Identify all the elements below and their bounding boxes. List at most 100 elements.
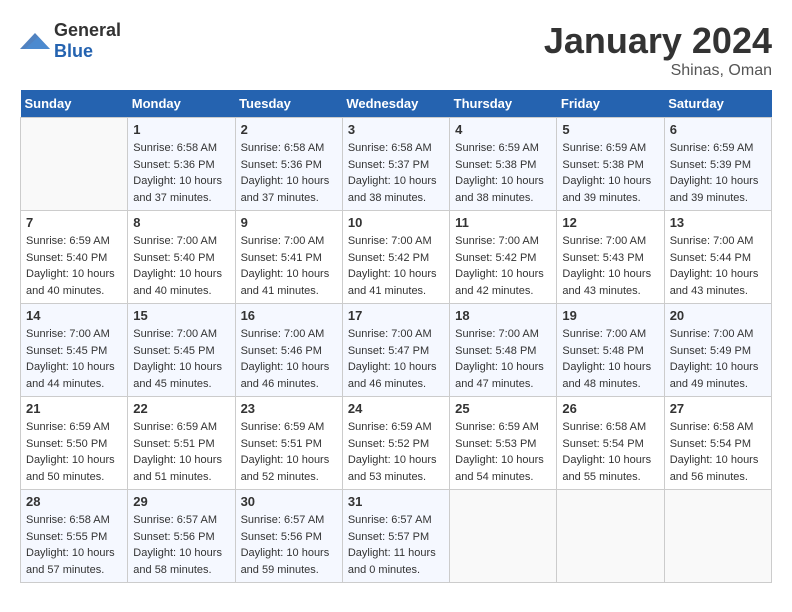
calendar-cell: 13 Sunrise: 7:00 AMSunset: 5:44 PMDayligh… xyxy=(664,211,771,304)
calendar-cell: 31 Sunrise: 6:57 AMSunset: 5:57 PMDayligh… xyxy=(342,490,449,583)
location-title: Shinas, Oman xyxy=(544,62,772,80)
calendar-cell: 16Sunrise: 7:00 AMSunset: 5:46 PMDayligh… xyxy=(235,304,342,397)
calendar-cell: 20 Sunrise: 7:00 AMSunset: 5:49 PMDayligh… xyxy=(664,304,771,397)
day-detail: Sunrise: 6:57 AMSunset: 5:56 PMDaylight:… xyxy=(133,512,229,578)
day-detail: Sunrise: 6:59 AMSunset: 5:51 PMDaylight:… xyxy=(133,419,229,485)
calendar-cell: 9 Sunrise: 7:00 AMSunset: 5:41 PMDaylight… xyxy=(235,211,342,304)
day-number: 26 xyxy=(562,401,658,416)
calendar-cell: 7Sunrise: 6:59 AMSunset: 5:40 PMDaylight… xyxy=(21,211,128,304)
day-number: 8 xyxy=(133,215,229,230)
calendar-cell: 6 Sunrise: 6:59 AMSunset: 5:39 PMDaylight… xyxy=(664,118,771,211)
day-detail: Sunrise: 7:00 AMSunset: 5:42 PMDaylight:… xyxy=(348,233,444,299)
day-number: 21 xyxy=(26,401,122,416)
day-number: 17 xyxy=(348,308,444,323)
calendar-cell: 1Sunrise: 6:58 AMSunset: 5:36 PMDaylight… xyxy=(128,118,235,211)
calendar-cell: 11Sunrise: 7:00 AMSunset: 5:42 PMDayligh… xyxy=(450,211,557,304)
weekday-header-thursday: Thursday xyxy=(450,90,557,118)
weekday-header-friday: Friday xyxy=(557,90,664,118)
day-detail: Sunrise: 6:59 AMSunset: 5:50 PMDaylight:… xyxy=(26,419,122,485)
day-number: 19 xyxy=(562,308,658,323)
day-detail: Sunrise: 7:00 AMSunset: 5:48 PMDaylight:… xyxy=(562,326,658,392)
logo-icon xyxy=(20,29,50,53)
day-detail: Sunrise: 6:58 AMSunset: 5:36 PMDaylight:… xyxy=(241,140,337,206)
day-detail: Sunrise: 7:00 AMSunset: 5:42 PMDaylight:… xyxy=(455,233,551,299)
logo-text-general: General xyxy=(54,20,121,40)
calendar-cell xyxy=(557,490,664,583)
day-number: 29 xyxy=(133,494,229,509)
day-number: 9 xyxy=(241,215,337,230)
day-number: 3 xyxy=(348,122,444,137)
day-detail: Sunrise: 6:59 AMSunset: 5:51 PMDaylight:… xyxy=(241,419,337,485)
calendar-cell: 12 Sunrise: 7:00 AMSunset: 5:43 PMDayligh… xyxy=(557,211,664,304)
weekday-header-tuesday: Tuesday xyxy=(235,90,342,118)
day-number: 27 xyxy=(670,401,766,416)
day-number: 10 xyxy=(348,215,444,230)
calendar-cell: 28 Sunrise: 6:58 AMSunset: 5:55 PMDayligh… xyxy=(21,490,128,583)
day-number: 30 xyxy=(241,494,337,509)
calendar-cell: 18Sunrise: 7:00 AMSunset: 5:48 PMDayligh… xyxy=(450,304,557,397)
calendar-cell: 26 Sunrise: 6:58 AMSunset: 5:54 PMDayligh… xyxy=(557,397,664,490)
weekday-header-sunday: Sunday xyxy=(21,90,128,118)
calendar-cell: 3 Sunrise: 6:58 AMSunset: 5:37 PMDaylight… xyxy=(342,118,449,211)
calendar-cell xyxy=(450,490,557,583)
day-detail: Sunrise: 6:59 AMSunset: 5:39 PMDaylight:… xyxy=(670,140,766,206)
day-number: 12 xyxy=(562,215,658,230)
logo-text-blue: Blue xyxy=(54,41,93,61)
calendar-table: SundayMondayTuesdayWednesdayThursdayFrid… xyxy=(20,90,772,583)
day-detail: Sunrise: 6:59 AMSunset: 5:38 PMDaylight:… xyxy=(455,140,551,206)
day-detail: Sunrise: 7:00 AMSunset: 5:47 PMDaylight:… xyxy=(348,326,444,392)
day-detail: Sunrise: 6:58 AMSunset: 5:55 PMDaylight:… xyxy=(26,512,122,578)
day-number: 15 xyxy=(133,308,229,323)
calendar-cell: 15Sunrise: 7:00 AMSunset: 5:45 PMDayligh… xyxy=(128,304,235,397)
day-detail: Sunrise: 6:58 AMSunset: 5:54 PMDaylight:… xyxy=(562,419,658,485)
calendar-cell xyxy=(21,118,128,211)
day-number: 24 xyxy=(348,401,444,416)
day-number: 5 xyxy=(562,122,658,137)
day-detail: Sunrise: 6:58 AMSunset: 5:36 PMDaylight:… xyxy=(133,140,229,206)
day-detail: Sunrise: 6:59 AMSunset: 5:52 PMDaylight:… xyxy=(348,419,444,485)
day-detail: Sunrise: 7:00 AMSunset: 5:49 PMDaylight:… xyxy=(670,326,766,392)
day-number: 31 xyxy=(348,494,444,509)
day-detail: Sunrise: 6:59 AMSunset: 5:40 PMDaylight:… xyxy=(26,233,122,299)
day-number: 25 xyxy=(455,401,551,416)
header: General Blue January 2024 Shinas, Oman xyxy=(20,20,772,80)
day-detail: Sunrise: 6:57 AMSunset: 5:56 PMDaylight:… xyxy=(241,512,337,578)
title-area: January 2024 Shinas, Oman xyxy=(544,20,772,80)
calendar-cell: 27 Sunrise: 6:58 AMSunset: 5:54 PMDayligh… xyxy=(664,397,771,490)
day-detail: Sunrise: 7:00 AMSunset: 5:44 PMDaylight:… xyxy=(670,233,766,299)
day-number: 6 xyxy=(670,122,766,137)
day-detail: Sunrise: 6:59 AMSunset: 5:53 PMDaylight:… xyxy=(455,419,551,485)
day-number: 14 xyxy=(26,308,122,323)
day-number: 20 xyxy=(670,308,766,323)
calendar-cell: 25 Sunrise: 6:59 AMSunset: 5:53 PMDayligh… xyxy=(450,397,557,490)
calendar-cell: 23 Sunrise: 6:59 AMSunset: 5:51 PMDayligh… xyxy=(235,397,342,490)
day-detail: Sunrise: 7:00 AMSunset: 5:48 PMDaylight:… xyxy=(455,326,551,392)
calendar-cell: 30 Sunrise: 6:57 AMSunset: 5:56 PMDayligh… xyxy=(235,490,342,583)
calendar-cell: 17 Sunrise: 7:00 AMSunset: 5:47 PMDayligh… xyxy=(342,304,449,397)
day-number: 22 xyxy=(133,401,229,416)
day-number: 13 xyxy=(670,215,766,230)
weekday-header-saturday: Saturday xyxy=(664,90,771,118)
day-number: 23 xyxy=(241,401,337,416)
day-detail: Sunrise: 6:58 AMSunset: 5:37 PMDaylight:… xyxy=(348,140,444,206)
calendar-cell: 4Sunrise: 6:59 AMSunset: 5:38 PMDaylight… xyxy=(450,118,557,211)
day-detail: Sunrise: 6:57 AMSunset: 5:57 PMDaylight:… xyxy=(348,512,444,578)
day-detail: Sunrise: 7:00 AMSunset: 5:45 PMDaylight:… xyxy=(26,326,122,392)
calendar-cell: 5 Sunrise: 6:59 AMSunset: 5:38 PMDaylight… xyxy=(557,118,664,211)
day-detail: Sunrise: 7:00 AMSunset: 5:41 PMDaylight:… xyxy=(241,233,337,299)
calendar-cell: 29 Sunrise: 6:57 AMSunset: 5:56 PMDayligh… xyxy=(128,490,235,583)
day-detail: Sunrise: 6:59 AMSunset: 5:38 PMDaylight:… xyxy=(562,140,658,206)
day-detail: Sunrise: 7:00 AMSunset: 5:43 PMDaylight:… xyxy=(562,233,658,299)
logo: General Blue xyxy=(20,20,121,62)
weekday-header-monday: Monday xyxy=(128,90,235,118)
calendar-cell: 21 Sunrise: 6:59 AMSunset: 5:50 PMDayligh… xyxy=(21,397,128,490)
calendar-cell: 10 Sunrise: 7:00 AMSunset: 5:42 PMDayligh… xyxy=(342,211,449,304)
calendar-cell: 24 Sunrise: 6:59 AMSunset: 5:52 PMDayligh… xyxy=(342,397,449,490)
calendar-cell: 19 Sunrise: 7:00 AMSunset: 5:48 PMDayligh… xyxy=(557,304,664,397)
day-detail: Sunrise: 7:00 AMSunset: 5:46 PMDaylight:… xyxy=(241,326,337,392)
month-title: January 2024 xyxy=(544,20,772,62)
calendar-cell xyxy=(664,490,771,583)
calendar-cell: 2Sunrise: 6:58 AMSunset: 5:36 PMDaylight… xyxy=(235,118,342,211)
day-detail: Sunrise: 6:58 AMSunset: 5:54 PMDaylight:… xyxy=(670,419,766,485)
day-number: 28 xyxy=(26,494,122,509)
